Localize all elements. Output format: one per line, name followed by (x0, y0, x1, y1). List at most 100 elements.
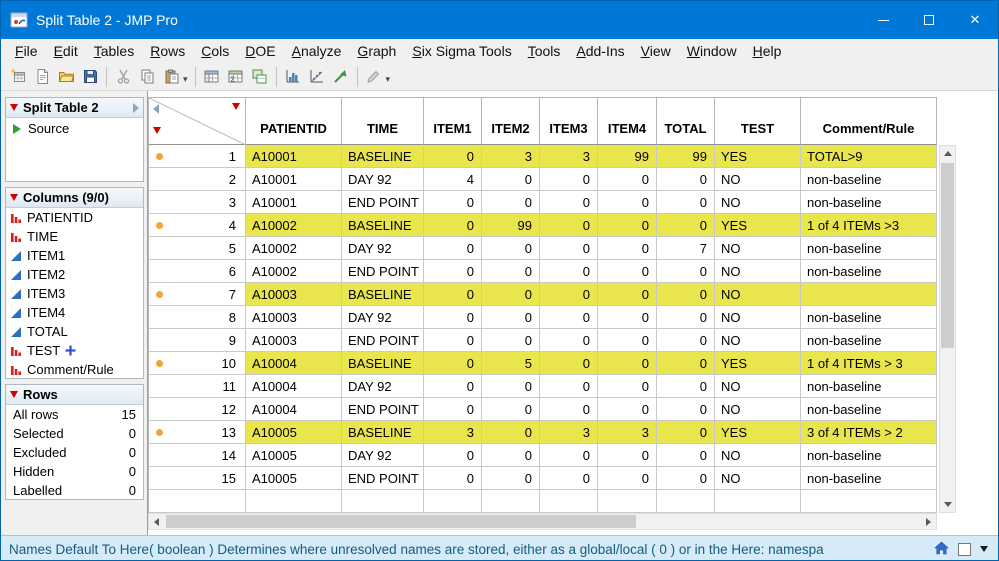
row-state-marker-icon[interactable] (156, 360, 163, 367)
cell[interactable]: NO (715, 375, 801, 398)
cell[interactable]: 1 of 4 ITEMs > 3 (801, 352, 937, 375)
cell[interactable]: A10004 (246, 352, 342, 375)
row-number-cell[interactable]: 15 (149, 467, 246, 490)
cell[interactable]: 0 (657, 168, 715, 191)
sidebar-column-item1[interactable]: ITEM1 (6, 246, 143, 265)
cell[interactable]: END POINT (342, 260, 424, 283)
menu-graph[interactable]: Graph (349, 41, 404, 61)
red-triangle-menu-icon[interactable] (10, 194, 18, 201)
cell[interactable] (342, 490, 424, 513)
menu-tools[interactable]: Tools (520, 41, 569, 61)
cell[interactable]: 0 (657, 352, 715, 375)
cell[interactable]: NO (715, 329, 801, 352)
cell[interactable]: BASELINE (342, 145, 424, 168)
cell[interactable]: 0 (424, 283, 482, 306)
menu-doe[interactable]: DOE (237, 41, 283, 61)
red-triangle-menu-icon[interactable] (10, 391, 18, 398)
cell[interactable]: 0 (598, 283, 657, 306)
menu-rows[interactable]: Rows (142, 41, 193, 61)
cell[interactable]: NO (715, 283, 801, 306)
cell[interactable]: 0 (424, 214, 482, 237)
row-number-cell[interactable]: 13 (149, 421, 246, 444)
scroll-right-button[interactable] (921, 514, 936, 529)
row-state-marker-icon[interactable] (156, 291, 163, 298)
cell[interactable]: non-baseline (801, 168, 937, 191)
menu-file[interactable]: File (7, 41, 46, 61)
cell[interactable]: 0 (540, 352, 598, 375)
join-tables-button[interactable] (248, 65, 272, 89)
cell[interactable]: 0 (657, 306, 715, 329)
cell[interactable]: 0 (424, 191, 482, 214)
cell[interactable]: 0 (598, 398, 657, 421)
cell[interactable]: non-baseline (801, 237, 937, 260)
row-number-cell[interactable]: 12 (149, 398, 246, 421)
column-header-test[interactable]: TEST (715, 98, 801, 145)
row-number-cell[interactable]: 2 (149, 168, 246, 191)
cell[interactable]: 0 (482, 191, 540, 214)
cell[interactable]: 3 (598, 421, 657, 444)
cell[interactable] (801, 490, 937, 513)
cell[interactable]: non-baseline (801, 306, 937, 329)
cell[interactable]: 3 (540, 145, 598, 168)
cell[interactable]: 0 (424, 237, 482, 260)
cell[interactable]: 0 (482, 421, 540, 444)
cell[interactable]: TOTAL>9 (801, 145, 937, 168)
cell[interactable]: 0 (657, 398, 715, 421)
row-number-cell[interactable] (149, 490, 246, 513)
row-number-cell[interactable]: 10 (149, 352, 246, 375)
cell[interactable] (715, 490, 801, 513)
cell[interactable]: 0 (540, 467, 598, 490)
expand-panel-icon[interactable] (133, 102, 139, 113)
cell[interactable]: 0 (424, 444, 482, 467)
cell[interactable]: 0 (657, 421, 715, 444)
cell[interactable]: NO (715, 467, 801, 490)
dropdown-arrow-icon[interactable] (980, 546, 988, 552)
vertical-scroll-thumb[interactable] (941, 163, 954, 348)
cell[interactable]: DAY 92 (342, 306, 424, 329)
cell[interactable]: 0 (482, 260, 540, 283)
new-journal-button[interactable] (30, 65, 54, 89)
cell[interactable]: BASELINE (342, 214, 424, 237)
row-number-cell[interactable]: 6 (149, 260, 246, 283)
graph-builder-button[interactable] (329, 65, 353, 89)
cell[interactable]: 0 (482, 398, 540, 421)
cell[interactable]: 3 (540, 421, 598, 444)
cell[interactable]: END POINT (342, 191, 424, 214)
cell[interactable]: A10005 (246, 421, 342, 444)
distribution-button[interactable] (281, 65, 305, 89)
cell[interactable]: 0 (482, 283, 540, 306)
cell[interactable]: non-baseline (801, 375, 937, 398)
cell[interactable]: BASELINE (342, 352, 424, 375)
cell[interactable]: 0 (598, 237, 657, 260)
cell[interactable]: 0 (598, 168, 657, 191)
cell[interactable]: non-baseline (801, 191, 937, 214)
maximize-button[interactable] (906, 1, 952, 39)
minimize-button[interactable] (860, 1, 906, 39)
cell[interactable]: 0 (540, 306, 598, 329)
menu-cols[interactable]: Cols (193, 41, 237, 61)
cell[interactable]: 0 (598, 260, 657, 283)
cell[interactable]: non-baseline (801, 260, 937, 283)
row-number-cell[interactable]: 9 (149, 329, 246, 352)
cell[interactable]: 0 (482, 306, 540, 329)
menu-add-ins[interactable]: Add-Ins (568, 41, 632, 61)
cell[interactable]: A10002 (246, 260, 342, 283)
cell[interactable]: 0 (424, 329, 482, 352)
cell[interactable] (424, 490, 482, 513)
cell[interactable]: DAY 92 (342, 444, 424, 467)
row-state-marker-icon[interactable] (156, 153, 163, 160)
cell[interactable]: 0 (657, 444, 715, 467)
cell[interactable]: BASELINE (342, 283, 424, 306)
summary-button[interactable]: Σ (224, 65, 248, 89)
close-button[interactable]: ✕ (952, 1, 998, 39)
cell[interactable]: A10002 (246, 214, 342, 237)
cell[interactable] (657, 490, 715, 513)
sidebar-column-comment-rule[interactable]: Comment/Rule (6, 360, 143, 379)
collapse-panel-icon[interactable] (153, 104, 159, 114)
cell[interactable] (540, 490, 598, 513)
column-header-item2[interactable]: ITEM2 (482, 98, 540, 145)
row-state-marker-icon[interactable] (156, 429, 163, 436)
sidebar-column-item4[interactable]: ITEM4 (6, 303, 143, 322)
column-header-patientid[interactable]: PATIENTID (246, 98, 342, 145)
sidebar-column-item2[interactable]: ITEM2 (6, 265, 143, 284)
